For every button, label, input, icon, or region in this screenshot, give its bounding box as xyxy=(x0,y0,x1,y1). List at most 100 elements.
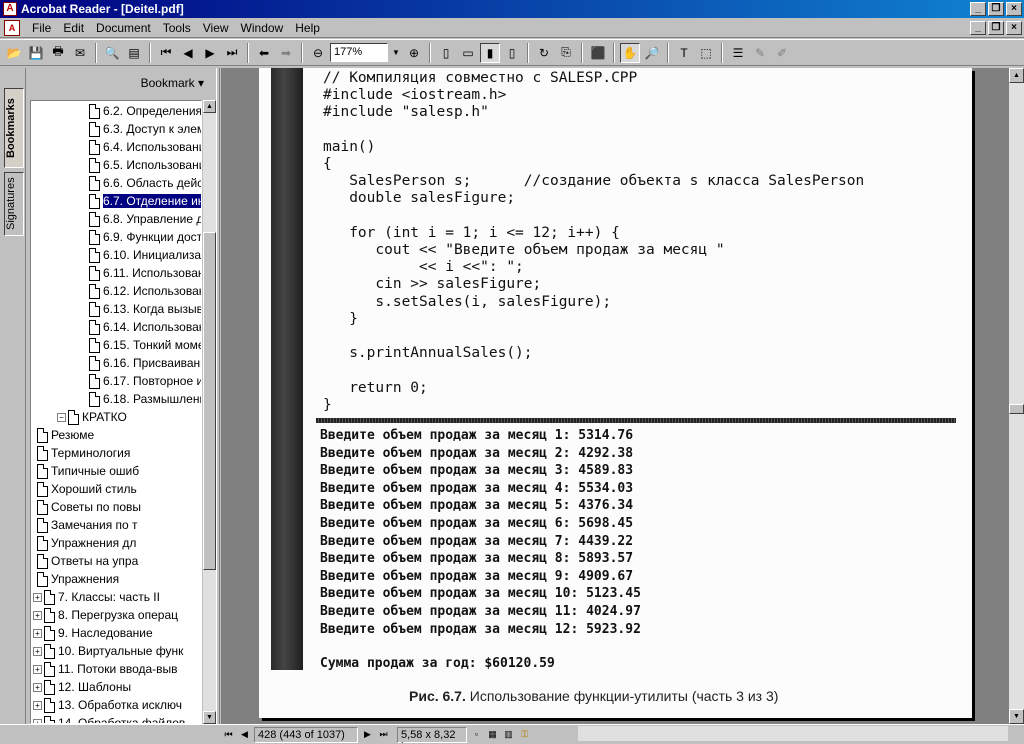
bookmark-item[interactable]: Хороший стиль xyxy=(37,480,137,498)
save-icon[interactable]: 💾 xyxy=(26,43,46,63)
bookmark-item[interactable]: 6.9. Функции досту xyxy=(89,228,201,246)
bookmark-item[interactable]: 6.12. Использован xyxy=(89,282,201,300)
bookmark-item[interactable]: +10. Виртуальные функ xyxy=(33,642,183,660)
adobe-online-icon[interactable]: ⬛ xyxy=(588,43,608,63)
doc-scroll-thumb[interactable] xyxy=(1009,404,1024,414)
menu-view[interactable]: View xyxy=(197,21,235,35)
fit-width-icon[interactable]: ▮ xyxy=(480,42,500,63)
last-page-icon[interactable]: ⏭ xyxy=(222,43,242,63)
expand-icon[interactable]: + xyxy=(33,682,42,692)
highlight-tool-icon[interactable]: ✐ xyxy=(772,43,792,63)
bookmark-item[interactable]: Замечания по т xyxy=(37,516,138,534)
close-button[interactable]: × xyxy=(1006,2,1022,16)
scroll-up-icon[interactable]: ▲ xyxy=(203,100,216,113)
bookmark-item[interactable]: +11. Потоки ввода-выв xyxy=(33,660,178,678)
menu-help[interactable]: Help xyxy=(289,21,326,35)
bookmark-item[interactable]: 6.3. Доступ к элем xyxy=(89,120,201,138)
bookmark-item[interactable]: Ответы на упра xyxy=(37,552,138,570)
first-page-icon[interactable]: ⏮ xyxy=(156,43,176,63)
expand-icon[interactable]: + xyxy=(33,592,42,602)
bookmark-item[interactable]: +7. Классы: часть II xyxy=(33,588,160,606)
bookmark-item[interactable]: 6.4. Использовани xyxy=(89,138,201,156)
minimize-button[interactable]: _ xyxy=(970,2,986,16)
menu-edit[interactable]: Edit xyxy=(57,21,90,35)
open-icon[interactable]: 📂 xyxy=(4,43,24,63)
text-select-tool-icon[interactable]: T xyxy=(674,43,694,63)
menu-tools[interactable]: Tools xyxy=(157,21,197,35)
page-layout-icon[interactable]: ⎘ xyxy=(556,43,576,63)
show-navigation-pane-icon[interactable]: ▤ xyxy=(124,43,144,63)
bookmark-item[interactable]: +8. Перегрузка операц xyxy=(33,606,178,624)
graphics-select-tool-icon[interactable]: ⬚ xyxy=(696,43,716,63)
bookmark-item[interactable]: Терминология xyxy=(37,444,130,462)
bookmark-item[interactable]: 6.6. Область дейст xyxy=(89,174,201,192)
zoom-tool-icon[interactable]: 🔎 xyxy=(642,43,662,63)
doc-scroll-up-icon[interactable]: ▲ xyxy=(1009,68,1024,83)
document-scrollbar[interactable]: ▲ ▼ xyxy=(1009,68,1024,724)
status-first-page-icon[interactable]: ⏮ xyxy=(222,728,235,741)
fit-page-icon[interactable]: ▭ xyxy=(458,43,478,63)
restore-button[interactable]: ❐ xyxy=(988,2,1004,16)
bookmark-item[interactable]: 6.14. Использован xyxy=(89,318,201,336)
bookmark-item[interactable]: +13. Обработка исключ xyxy=(33,696,182,714)
expand-icon[interactable]: + xyxy=(33,610,42,620)
bookmark-item[interactable]: 6.8. Управление до xyxy=(89,210,201,228)
horizontal-scrollbar[interactable] xyxy=(578,726,1008,741)
zoom-in-icon[interactable]: ⊕ xyxy=(404,43,424,63)
tab-bookmarks[interactable]: Bookmarks xyxy=(4,88,24,168)
document-view[interactable]: // Компиляция совместно с SALESP.CPP #inc… xyxy=(221,68,1009,724)
pencil-tool-icon[interactable]: ✎ xyxy=(750,43,770,63)
menu-window[interactable]: Window xyxy=(235,21,290,35)
facing-icon[interactable]: ▥ xyxy=(502,728,515,741)
zoom-out-icon[interactable]: ⊖ xyxy=(308,43,328,63)
bookmarks-scrollbar[interactable]: ▲ ▼ xyxy=(203,100,216,724)
bookmark-item[interactable]: +14. Обработка файлов xyxy=(33,714,185,723)
bookmark-item[interactable]: 6.18. Размышлени xyxy=(89,390,201,408)
bookmark-item[interactable]: 6.5. Использовани xyxy=(89,156,201,174)
notes-tool-icon[interactable]: ☰ xyxy=(728,43,748,63)
bookmark-item[interactable]: Типичные ошиб xyxy=(37,462,139,480)
zoom-input[interactable]: 177% xyxy=(330,43,388,62)
fit-visible-icon[interactable]: ▯ xyxy=(502,43,522,63)
expand-icon[interactable]: + xyxy=(33,628,42,638)
bookmark-item[interactable]: +9. Наследование xyxy=(33,624,153,642)
bookmark-menu-button[interactable]: Bookmark ▾ xyxy=(141,76,204,90)
bookmark-item[interactable]: 6.11. Использован xyxy=(89,264,201,282)
rotate-icon[interactable]: ↻ xyxy=(534,43,554,63)
bookmark-item[interactable]: Советы по повы xyxy=(37,498,141,516)
bookmark-item[interactable]: Упражнения дл xyxy=(37,534,136,552)
print-icon[interactable]: 🖶 xyxy=(48,43,68,63)
page-number-field[interactable]: 428 (443 of 1037) xyxy=(254,726,358,743)
scroll-down-icon[interactable]: ▼ xyxy=(203,711,216,724)
bookmark-item[interactable]: Резюме xyxy=(37,426,94,444)
expand-icon[interactable]: + xyxy=(33,646,42,656)
go-forward-icon[interactable]: ➡ xyxy=(276,43,296,63)
single-page-icon[interactable]: ▫ xyxy=(470,728,483,741)
doc-close-button[interactable]: × xyxy=(1006,20,1022,35)
previous-page-icon[interactable]: ◀ xyxy=(178,43,198,63)
bookmark-item[interactable]: Упражнения xyxy=(37,570,119,588)
actual-size-icon[interactable]: ▯ xyxy=(436,43,456,63)
doc-minimize-button[interactable]: _ xyxy=(970,20,986,35)
bookmark-item[interactable]: 6.16. Присваивани xyxy=(89,354,201,372)
expand-icon[interactable]: + xyxy=(33,664,42,674)
bookmark-item[interactable]: 6.7. Отделение инт xyxy=(89,192,201,210)
bookmark-item[interactable]: 6.10. Инициализац xyxy=(89,246,201,264)
doc-scroll-down-icon[interactable]: ▼ xyxy=(1009,709,1024,724)
panel-splitter[interactable] xyxy=(216,68,220,724)
tab-signatures[interactable]: Signatures xyxy=(4,172,24,236)
doc-restore-button[interactable]: ❐ xyxy=(988,20,1004,35)
bookmark-item[interactable]: 6.17. Повторное ис xyxy=(89,372,201,390)
go-back-icon[interactable]: ⬅ xyxy=(254,43,274,63)
document-icon[interactable]: A xyxy=(4,19,20,36)
expand-icon[interactable]: + xyxy=(33,700,42,710)
next-page-icon[interactable]: ▶ xyxy=(200,43,220,63)
bookmark-item[interactable]: 6.15. Тонкий момен xyxy=(89,336,201,354)
status-prev-page-icon[interactable]: ◀ xyxy=(238,728,251,741)
zoom-dropdown-icon[interactable]: ▼ xyxy=(390,43,402,63)
bookmark-item[interactable]: − КРАТКО xyxy=(57,408,127,426)
bookmark-item[interactable]: 6.13. Когда вызыв xyxy=(89,300,201,318)
hand-tool-icon[interactable]: ✋ xyxy=(620,42,640,63)
continuous-icon[interactable]: ▦ xyxy=(486,728,499,741)
acrobat-app-icon[interactable]: A xyxy=(3,2,17,16)
